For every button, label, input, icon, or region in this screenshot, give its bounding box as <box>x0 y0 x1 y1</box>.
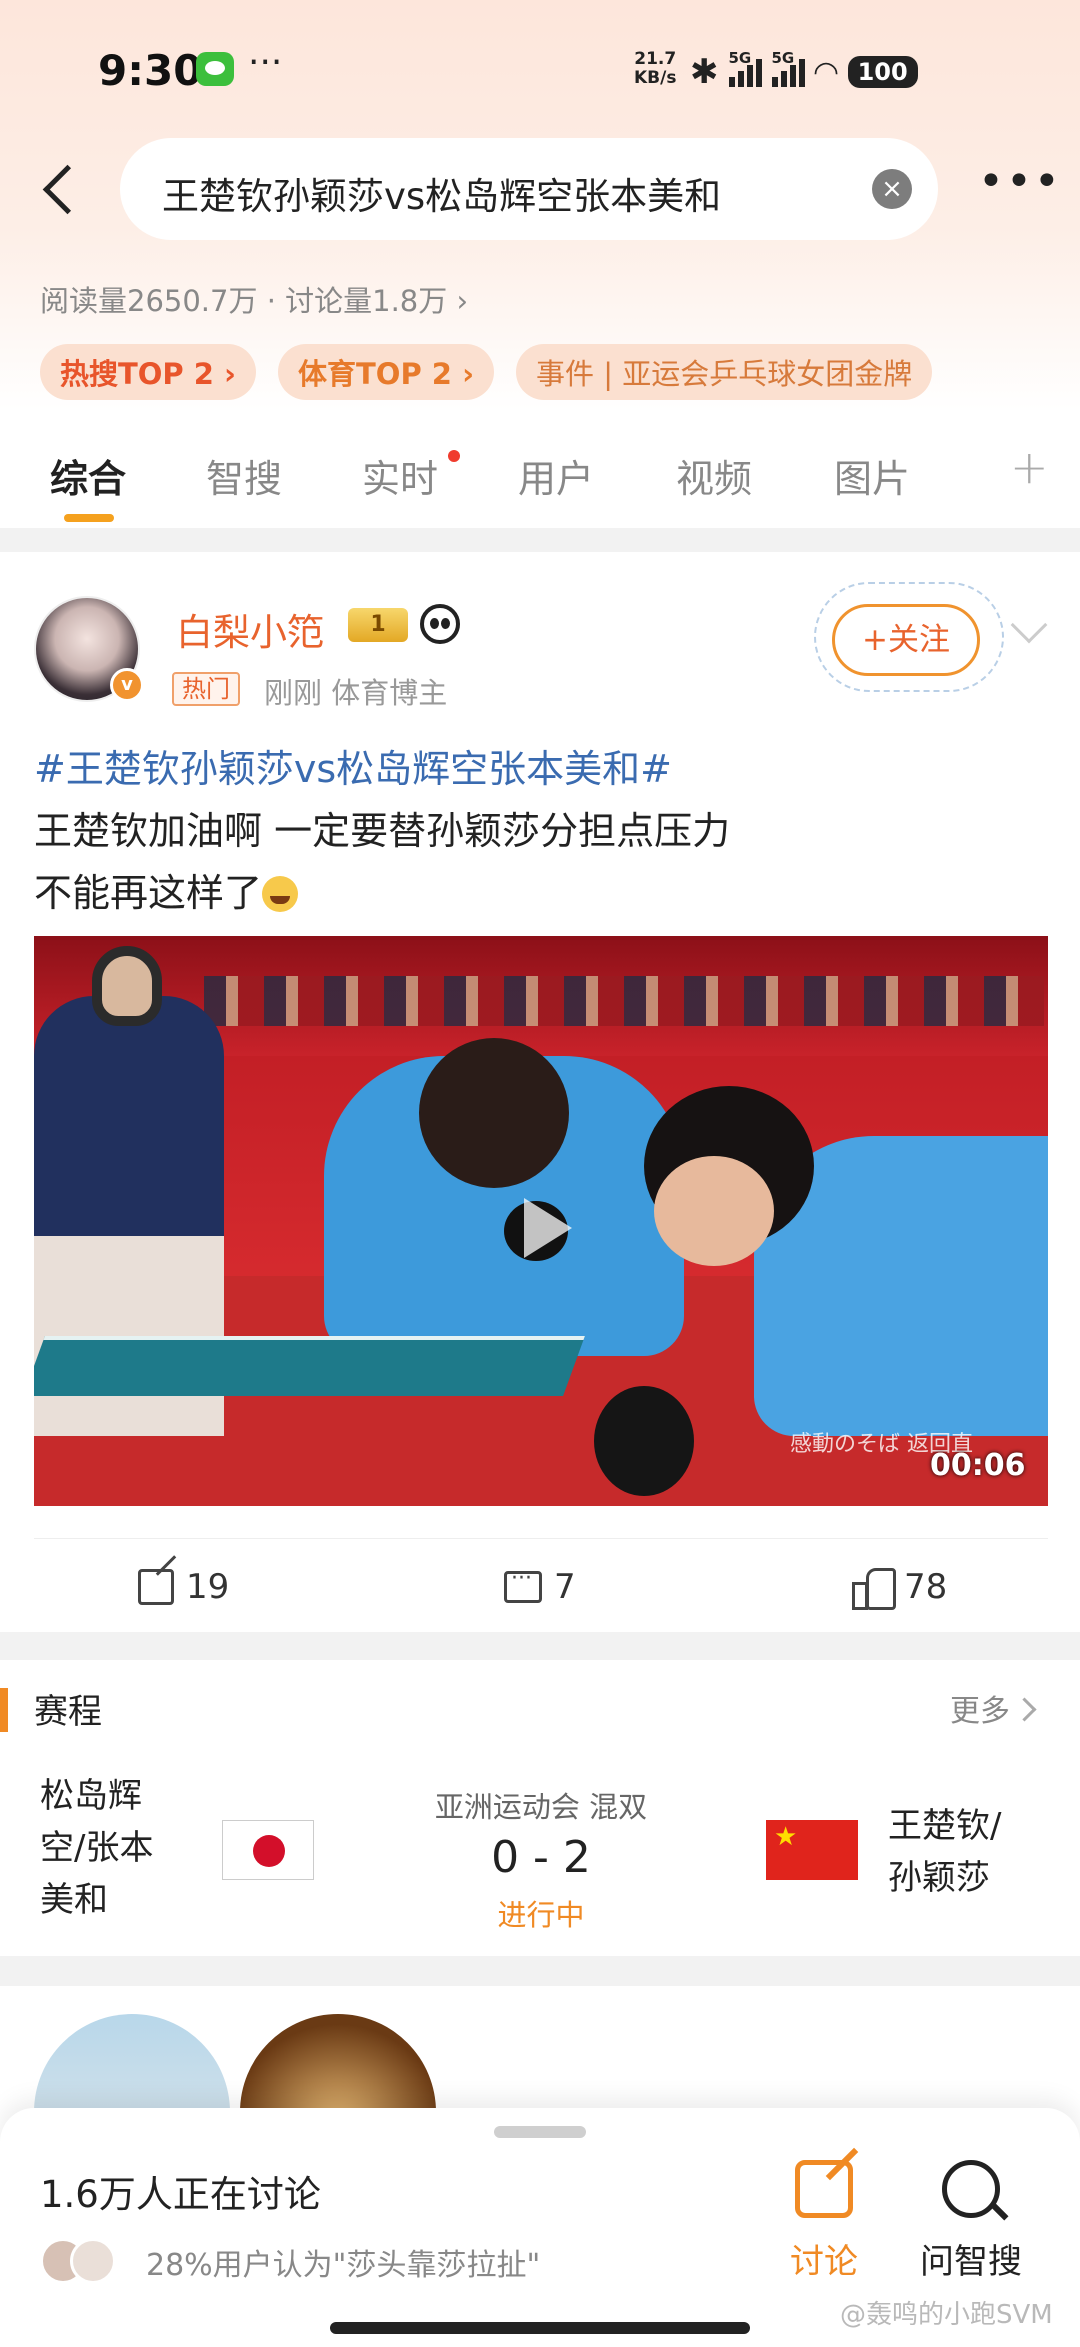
watermark: @轰鸣的小跑SVM <box>840 2300 1053 2330</box>
tab-realtime[interactable]: 实时 <box>362 448 438 503</box>
status-icons: ✱ 5G 5G ◠ 100 <box>690 49 918 94</box>
team-japan-line-3: 美和 <box>40 1880 108 1920</box>
video-crowd <box>204 976 1044 1026</box>
topic-stats[interactable]: 阅读量2650.7万 · 讨论量1.8万 › <box>40 278 468 320</box>
section-accent-bar <box>0 1688 8 1732</box>
post-text-line-2-text: 不能再这样了 <box>34 871 263 915</box>
tab-videos[interactable]: 视频 <box>676 448 752 503</box>
repost-button[interactable]: 19 <box>138 1567 229 1607</box>
thumbs-up-icon <box>852 1568 896 1610</box>
tab-users[interactable]: 用户 <box>518 448 594 503</box>
team-china[interactable]: 王楚钦/ 孙颖莎 <box>888 1800 1058 1904</box>
post-meta: 刚刚 体育博主 <box>264 676 448 710</box>
follow-button[interactable]: +关注 <box>832 604 980 676</box>
like-button[interactable]: 78 <box>852 1567 948 1610</box>
video-table <box>34 1336 585 1396</box>
tab-images[interactable]: 图片 <box>834 448 910 503</box>
ai-search-button[interactable]: 问智搜 <box>916 2160 1026 2283</box>
tab-smart-search[interactable]: 智搜 <box>206 448 282 503</box>
search-query[interactable]: 王楚钦孙颖莎vs松岛辉空张本美和 <box>162 166 721 220</box>
participant-avatars <box>40 2238 124 2286</box>
match-name[interactable]: 亚洲运动会 混双 <box>394 1784 688 1826</box>
video-duration: 00:06 <box>930 1448 1026 1483</box>
comment-button[interactable]: 7 <box>504 1566 576 1607</box>
verified-icon: v <box>110 668 144 702</box>
member-crown-icon: 1 <box>348 608 408 642</box>
home-indicator[interactable] <box>330 2322 750 2334</box>
repost-count: 19 <box>186 1567 230 1607</box>
repost-icon <box>138 1569 174 1605</box>
post-card: v 白梨小笵 1 热门 刚刚 体育博主 +关注 #王楚钦孙颖莎vs松岛辉空张本美… <box>0 552 1080 1632</box>
signal-label: 5G <box>728 49 752 67</box>
team-china-line-2: 孙颖莎 <box>888 1858 990 1898</box>
japan-flag-icon <box>222 1820 314 1880</box>
avatar <box>70 2238 116 2284</box>
video-paddle-2 <box>594 1386 694 1496</box>
net-speed-value: 21.7 <box>634 49 677 69</box>
search-input[interactable]: 王楚钦孙颖莎vs松岛辉空张本美和 × <box>120 138 938 240</box>
bluetooth-icon: ✱ <box>690 52 719 92</box>
signal-icon-2: 5G <box>771 49 805 87</box>
active-tab-indicator <box>64 514 114 522</box>
china-flag-icon <box>766 1820 858 1880</box>
status-bar: 9:30 ··· 21.7 KB/s ✱ 5G 5G ◠ 100 <box>0 40 1080 110</box>
clear-search-icon[interactable]: × <box>872 169 912 209</box>
comment-icon <box>504 1566 542 1603</box>
comment-count: 7 <box>554 1567 576 1607</box>
clock: 9:30 <box>98 46 203 95</box>
opinion-summary[interactable]: 28%用户认为"莎头靠莎拉扯" <box>146 2240 540 2284</box>
battery-icon: 100 <box>847 56 918 88</box>
video-umpire-head <box>92 946 162 1026</box>
edit-icon <box>795 2160 853 2218</box>
post-text-line-1: 王楚钦加油啊 一定要替孙颖莎分担点压力 <box>34 809 731 853</box>
back-arrow-icon[interactable] <box>36 162 84 218</box>
schedule-more-link[interactable]: 更多 <box>950 1686 1033 1730</box>
match-status: 进行中 <box>497 1898 585 1932</box>
discussion-count: 1.6万人正在讨论 <box>40 2173 321 2216</box>
discuss-button[interactable]: 讨论 <box>784 2160 864 2283</box>
schedule-card: 赛程 更多 松岛辉 空/张本 美和 亚洲运动会 混双 0 - 2 进行中 王楚钦… <box>0 1660 1080 1956</box>
video-player-2-face <box>654 1156 774 1266</box>
net-speed-unit: KB/s <box>634 68 677 88</box>
wifi-icon: ◠ <box>814 54 838 90</box>
schedule-title: 赛程 <box>34 1692 102 1732</box>
search-header: 9:30 ··· 21.7 KB/s ✱ 5G 5G ◠ 100 王楚钦孙颖莎v… <box>0 0 1080 410</box>
team-japan-line-1: 松岛辉 <box>40 1776 142 1816</box>
panda-icon <box>420 604 460 644</box>
crying-emoji-icon <box>262 876 299 912</box>
tab-comprehensive[interactable]: 综合 <box>50 448 126 503</box>
wechat-notification-icon <box>196 52 234 86</box>
post-hashtag[interactable]: #王楚钦孙颖莎vs松岛辉空张本美和# <box>34 738 672 793</box>
play-icon[interactable] <box>506 1192 576 1262</box>
sheet-drag-handle[interactable] <box>494 2126 586 2138</box>
result-tabs: 综合 智搜 实时 用户 视频 图片 + <box>0 410 1080 528</box>
more-options-icon[interactable]: ••• <box>978 156 1062 207</box>
post-actions: 19 7 78 <box>34 1538 1048 1632</box>
chevron-down-icon[interactable] <box>1010 606 1048 644</box>
hot-search-rank-tag[interactable]: 热搜TOP 2 › <box>40 344 257 400</box>
video-player-1-head <box>419 1038 569 1188</box>
video-player[interactable]: ova 2 感動のそば 返回直 00:06 <box>34 936 1048 1506</box>
hot-badge: 热门 <box>172 672 240 706</box>
team-japan[interactable]: 松岛辉 空/张本 美和 <box>40 1770 180 1926</box>
ai-search-label: 问智搜 <box>920 2242 1022 2282</box>
post-text-line-2: 不能再这样了 <box>34 862 299 917</box>
sports-rank-tag[interactable]: 体育TOP 2 › <box>278 344 495 400</box>
discuss-label: 讨论 <box>790 2242 858 2282</box>
team-japan-line-2: 空/张本 <box>40 1828 154 1868</box>
event-tag[interactable]: 事件 | 亚运会乒乓球女团金牌 <box>516 344 933 400</box>
network-speed: 21.7 KB/s <box>634 50 676 88</box>
team-china-line-1: 王楚钦/ <box>888 1806 1002 1846</box>
topic-tags: 热搜TOP 2 › 体育TOP 2 › 事件 | 亚运会乒乓球女团金牌 <box>40 344 933 400</box>
signal-label-2: 5G <box>771 49 795 67</box>
username[interactable]: 白梨小笵 <box>176 602 324 656</box>
like-count: 78 <box>904 1567 948 1607</box>
add-tab-icon[interactable]: + <box>1010 440 1049 494</box>
more-notifications-icon: ··· <box>248 42 283 83</box>
signal-icon: 5G <box>728 49 762 87</box>
realtime-new-dot <box>448 450 460 462</box>
ai-search-icon <box>942 2160 1000 2218</box>
search-row: 王楚钦孙颖莎vs松岛辉空张本美和 × ••• <box>0 138 1080 240</box>
match-score[interactable]: 0 - 2 <box>394 1832 688 1883</box>
